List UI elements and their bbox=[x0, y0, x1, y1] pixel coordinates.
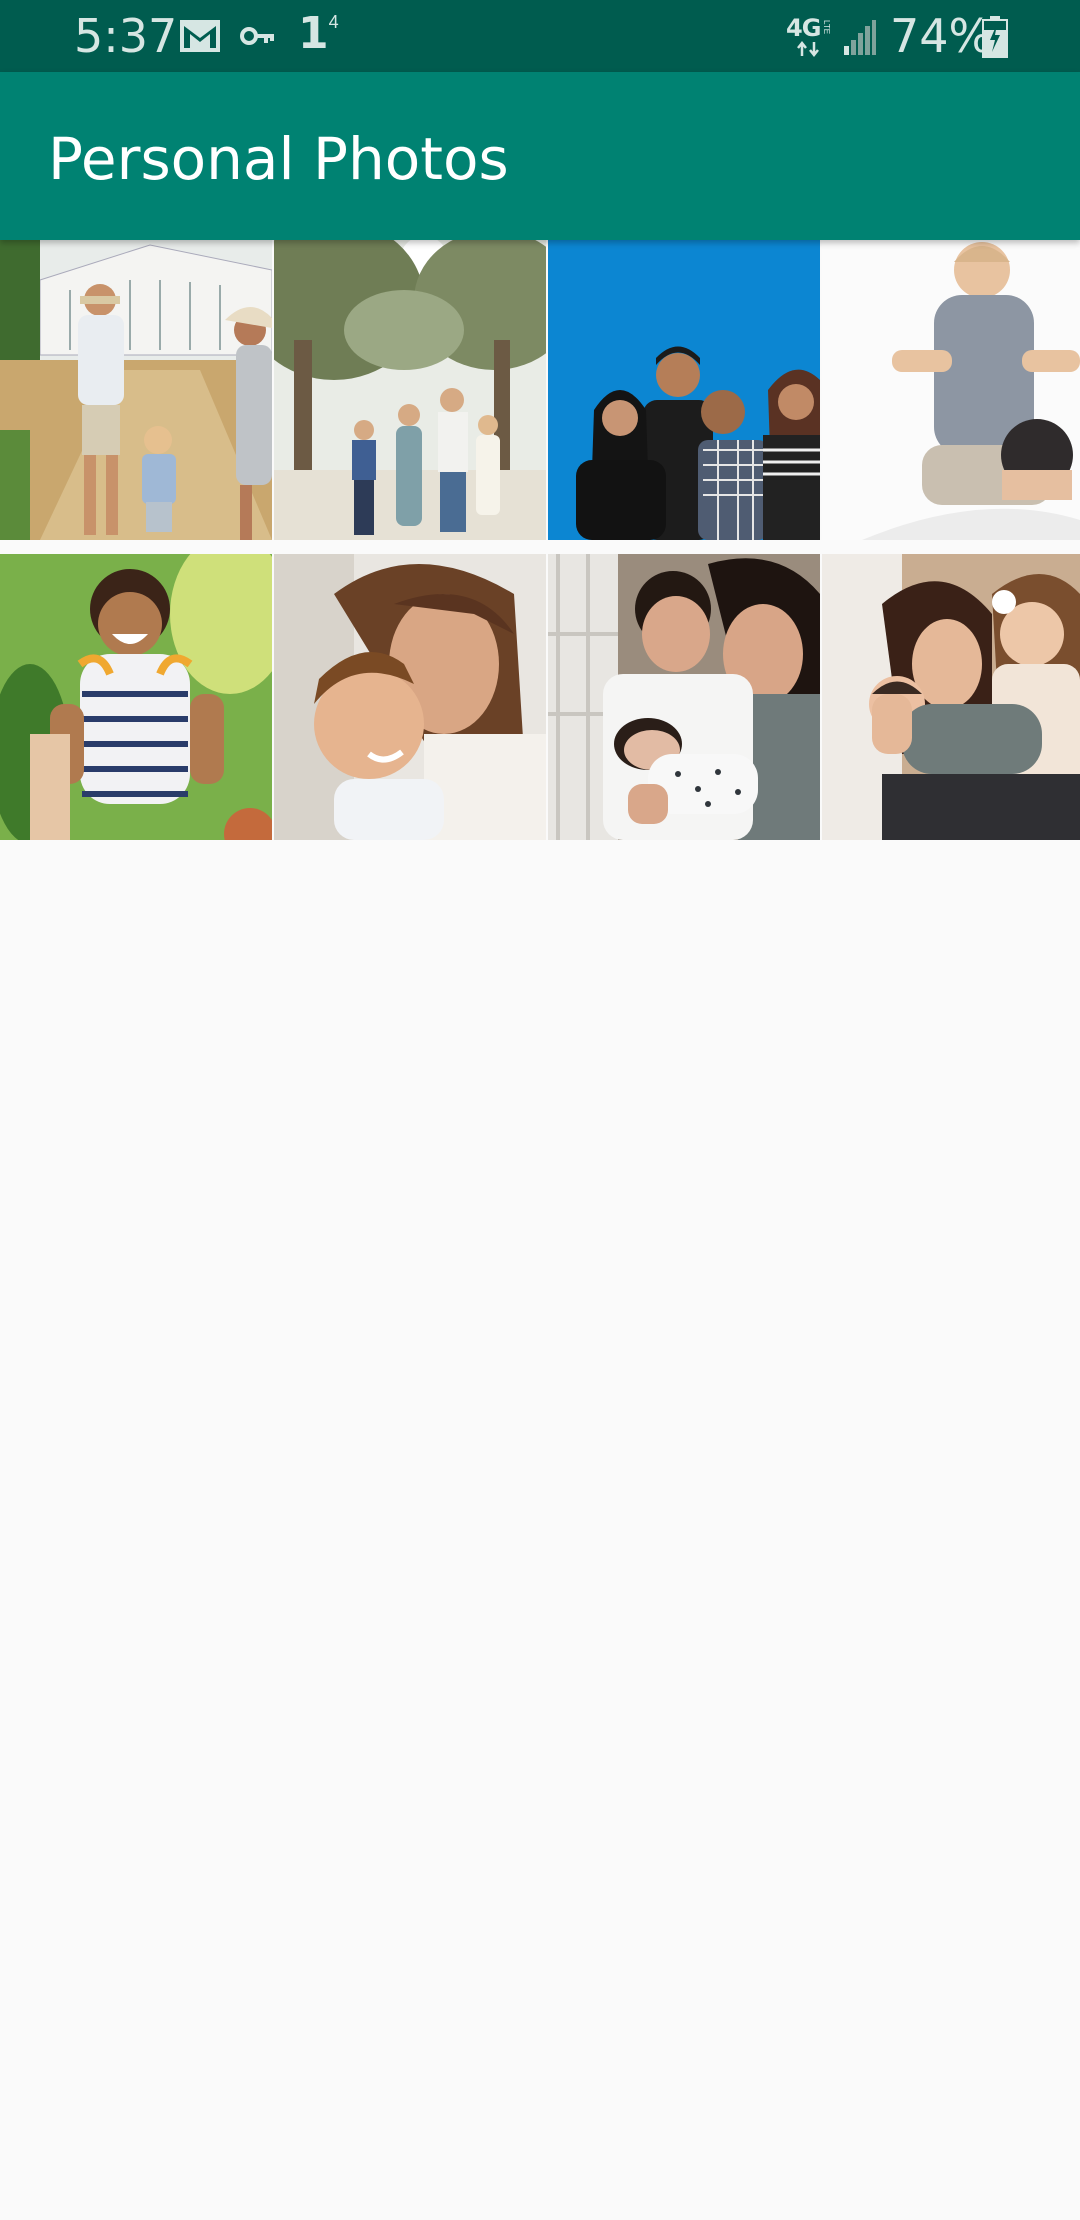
network-type: 4G bbox=[786, 14, 821, 42]
photo-family-trees bbox=[274, 240, 546, 540]
photo-thumbnail-3[interactable] bbox=[548, 240, 820, 540]
photo-family-greenhouse bbox=[0, 240, 272, 540]
status-time: 5:37 bbox=[74, 9, 178, 63]
status-bar: 5:37 14 4G LTE 74% bbox=[0, 0, 1080, 72]
photo-group-blue-backdrop bbox=[548, 240, 820, 540]
notification-count-icon: 14 bbox=[298, 8, 339, 59]
app-bar: Personal Photos bbox=[0, 72, 1080, 240]
lte-icon: 4G LTE bbox=[786, 14, 834, 58]
notification-superscript: 4 bbox=[328, 12, 339, 32]
photo-thumbnail-2[interactable] bbox=[274, 240, 546, 540]
notification-count: 1 bbox=[298, 8, 329, 59]
photo-thumbnail-5[interactable] bbox=[0, 554, 272, 840]
gmail-icon bbox=[178, 18, 222, 59]
vpn-key-icon bbox=[240, 24, 276, 53]
photo-thumbnail-4[interactable] bbox=[822, 240, 1080, 540]
photo-mother-baby-daughter bbox=[822, 554, 1080, 840]
signal-icon bbox=[842, 20, 876, 61]
network-subtype: LTE bbox=[822, 20, 831, 35]
photo-thumbnail-7[interactable] bbox=[548, 554, 820, 840]
battery-percent: 74% bbox=[890, 9, 993, 63]
photo-mother-and-son bbox=[274, 554, 546, 840]
page-title: Personal Photos bbox=[48, 125, 509, 193]
battery-charging-icon bbox=[982, 16, 1008, 63]
photo-child-on-shoulders bbox=[822, 240, 1080, 540]
photo-thumbnail-6[interactable] bbox=[274, 554, 546, 840]
photo-thumbnail-8[interactable] bbox=[822, 554, 1080, 840]
photo-parents-newborn bbox=[548, 554, 820, 840]
photo-thumbnail-1[interactable] bbox=[0, 240, 272, 540]
photo-laughing-toddler bbox=[0, 554, 272, 840]
